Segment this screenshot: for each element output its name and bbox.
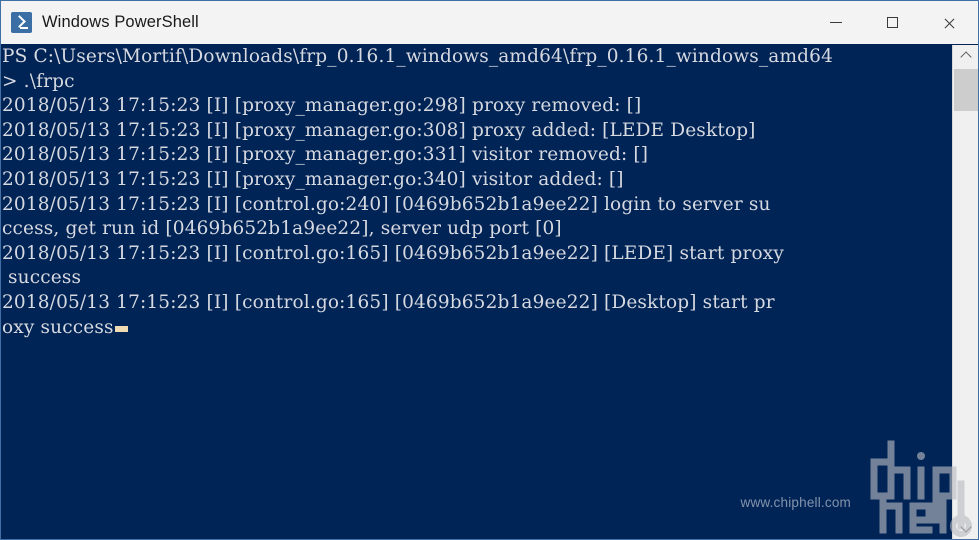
console-line: 2018/05/13 17:15:23 [I] [control.go:240]…: [2, 193, 771, 215]
watermark-url: www.chiphell.com: [740, 495, 851, 510]
console-line: 2018/05/13 17:15:23 [I] [control.go:165]…: [2, 242, 784, 264]
console-line: > .\frpc: [2, 70, 75, 92]
maximize-icon: [887, 17, 898, 28]
scroll-up-button[interactable]: [953, 45, 978, 66]
console-line: 2018/05/13 17:15:23 [I] [control.go:165]…: [2, 291, 775, 313]
close-icon: [943, 16, 956, 29]
console-line: 2018/05/13 17:15:23 [I] [proxy_manager.g…: [2, 95, 642, 117]
scroll-down-button[interactable]: [953, 518, 978, 539]
console-line: ccess, get run id [0469b652b1a9ee22], se…: [2, 218, 562, 240]
minimize-button[interactable]: [807, 1, 864, 44]
chevron-up-icon: [959, 51, 972, 63]
console-line: 2018/05/13 17:15:23 [I] [proxy_manager.g…: [2, 119, 756, 141]
window-title: Windows PowerShell: [42, 13, 199, 31]
titlebar-left-group: Windows PowerShell: [1, 1, 807, 44]
underscore-icon: [20, 27, 28, 29]
chevron-right-icon: [13, 14, 26, 28]
console-line: success: [2, 267, 82, 289]
console-line: oxy success: [2, 316, 953, 341]
chevron-down-icon: [959, 521, 972, 533]
maximize-button[interactable]: [864, 1, 921, 44]
powershell-prompt-icon: [11, 12, 32, 33]
scrollbar-thumb[interactable]: [954, 69, 978, 111]
minimize-icon: [829, 22, 842, 23]
window-titlebar[interactable]: Windows PowerShell: [0, 0, 979, 44]
console-output-buffer: PS C:\Users\Mortif\Downloads\frp_0.16.1_…: [1, 44, 953, 340]
close-button[interactable]: [921, 1, 978, 44]
console-surface[interactable]: PS C:\Users\Mortif\Downloads\frp_0.16.1_…: [0, 44, 979, 540]
console-line: 2018/05/13 17:15:23 [I] [proxy_manager.g…: [2, 144, 649, 166]
powershell-window: Windows PowerShell PS C:\Users\Mortif\Do…: [0, 0, 979, 540]
text-cursor: [114, 325, 128, 332]
console-line: 2018/05/13 17:15:23 [I] [proxy_manager.g…: [2, 168, 624, 190]
window-controls: [807, 1, 978, 44]
console-scrollbar[interactable]: [952, 45, 978, 539]
console-line: PS C:\Users\Mortif\Downloads\frp_0.16.1_…: [2, 46, 834, 67]
